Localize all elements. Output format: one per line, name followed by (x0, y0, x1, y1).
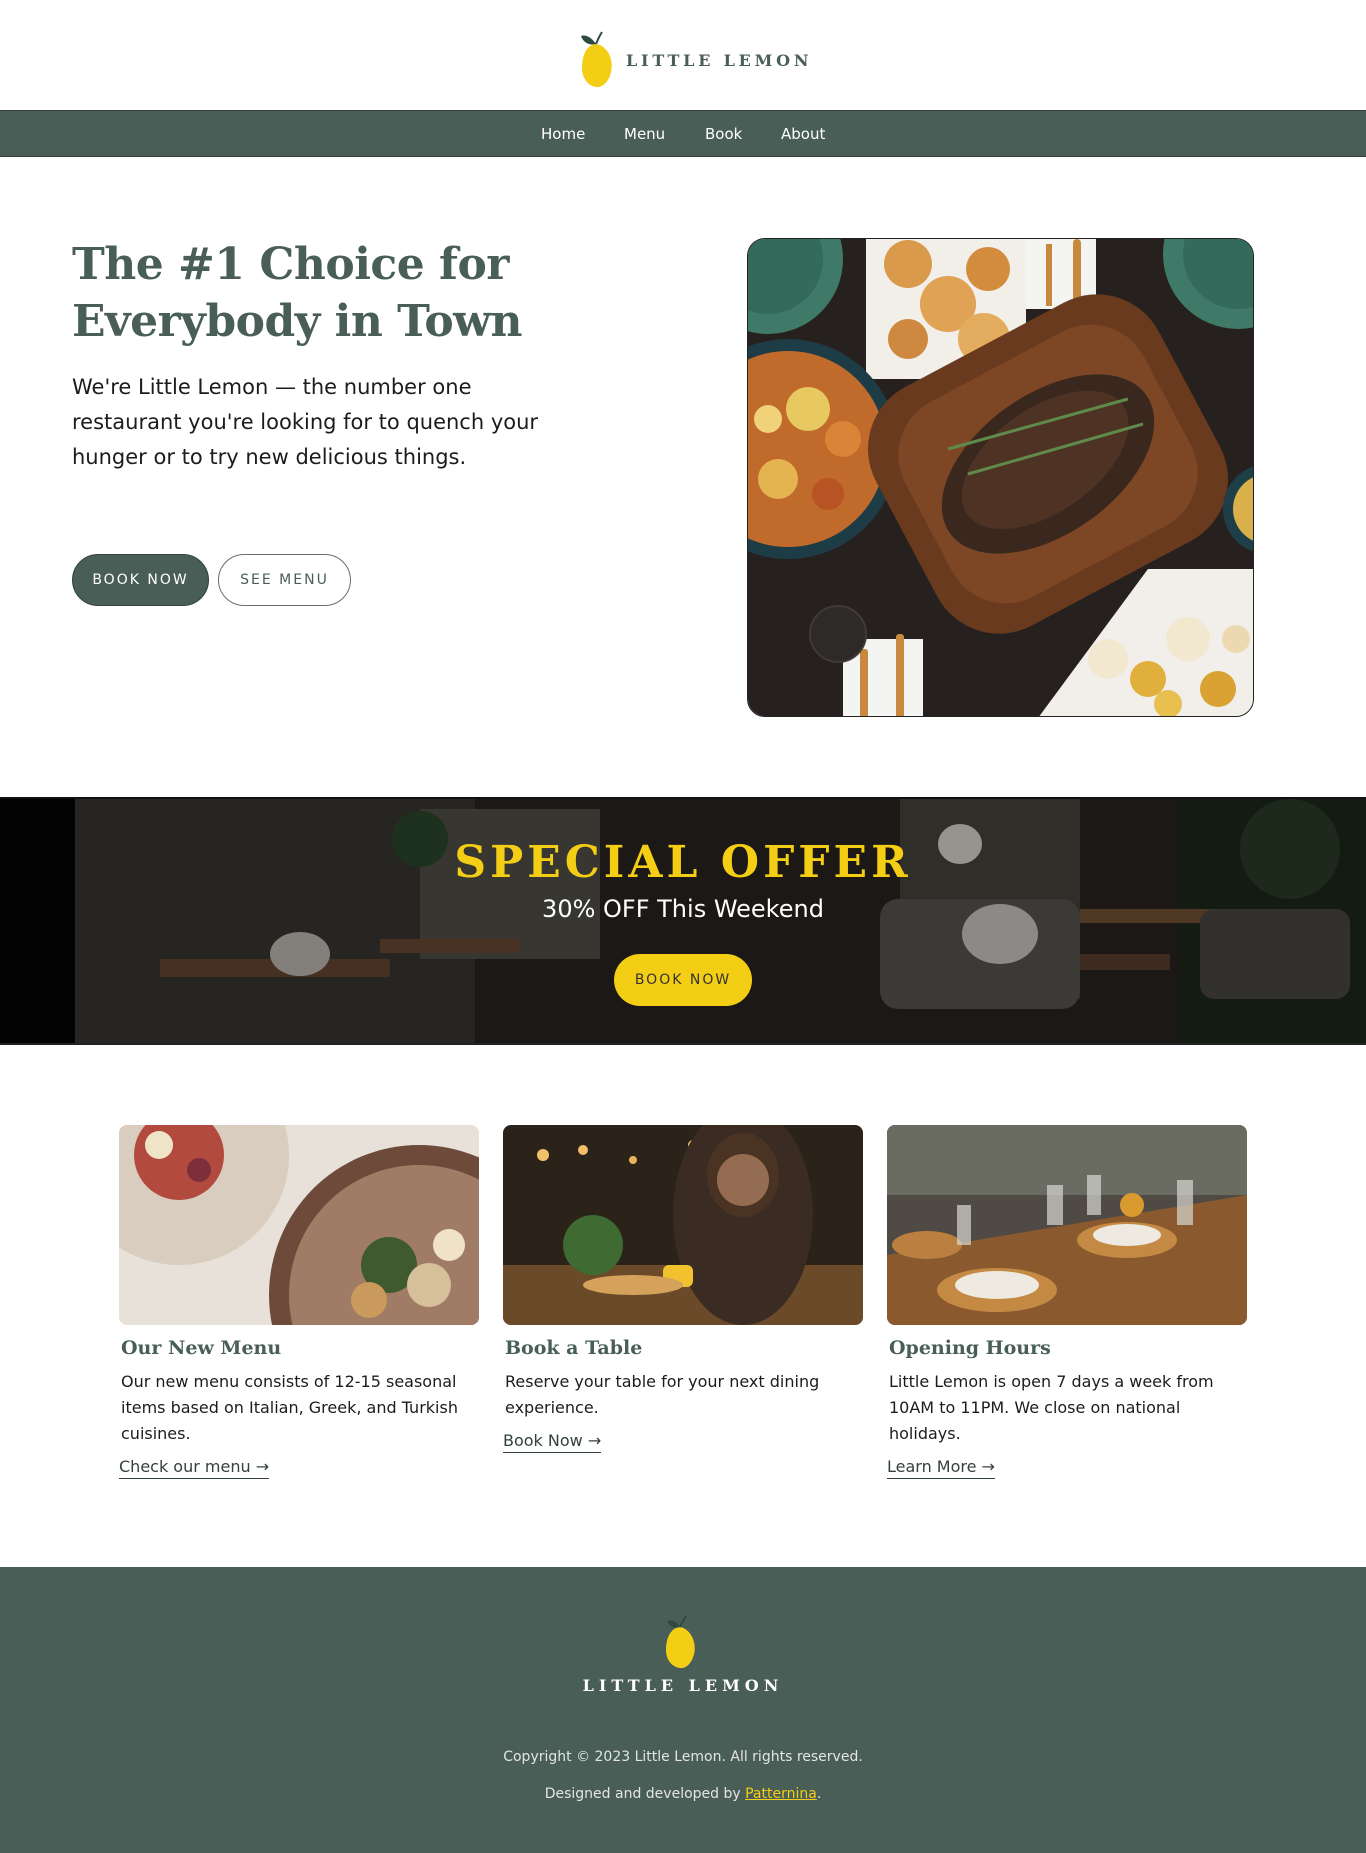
learn-more-link[interactable]: Learn More → (887, 1457, 995, 1479)
logo[interactable]: LITTLE LEMON (578, 30, 812, 90)
card-book-table: Book a Table Reserve your table for your… (503, 1125, 863, 1453)
table-setting-image (887, 1125, 1247, 1325)
credit-suffix: . (816, 1786, 822, 1802)
nav-item-home[interactable]: Home (541, 125, 585, 143)
nav-item-book[interactable]: Book (705, 125, 742, 143)
site-footer: LITTLE LEMON Copyright © 2023 Little Lem… (0, 1567, 1366, 1853)
book-now-button[interactable]: BOOK NOW (72, 554, 209, 606)
patternina-link[interactable]: Patternina (745, 1786, 817, 1802)
special-offer-banner: SPECIAL OFFER 30% OFF This Weekend BOOK … (0, 797, 1366, 1045)
hero-title: The #1 Choice for Everybody in Town (72, 239, 523, 347)
credit-text: Designed and developed by Patternina. (0, 1786, 1366, 1802)
diner-image (503, 1125, 863, 1325)
nav-item-menu[interactable]: Menu (624, 125, 665, 143)
hero-food-image (747, 238, 1254, 717)
see-menu-button[interactable]: SEE MENU (218, 554, 351, 606)
book-now-link[interactable]: Book Now → (503, 1431, 602, 1453)
special-offer-title: SPECIAL OFFER (454, 837, 912, 888)
card-title: Our New Menu (121, 1337, 282, 1359)
check-menu-link[interactable]: Check our menu → (119, 1457, 270, 1479)
footer-logo-text: LITTLE LEMON (582, 1676, 784, 1695)
logo-text: LITTLE LEMON (626, 50, 813, 70)
special-offer-subtitle: 30% OFF This Weekend (542, 895, 824, 923)
menu-dish-image (119, 1125, 479, 1325)
card-description: Reserve your table for your next dining … (505, 1372, 820, 1417)
card-description: Little Lemon is open 7 days a week from … (889, 1372, 1214, 1443)
lemon-logo-icon (581, 31, 612, 88)
card-title: Book a Table (505, 1337, 643, 1359)
offer-book-now-button[interactable]: BOOK NOW (614, 954, 752, 1006)
card-new-menu: Our New Menu Our new menu consists of 12… (119, 1125, 479, 1479)
credit-prefix: Designed and developed by (544, 1786, 746, 1802)
card-title: Opening Hours (889, 1337, 1051, 1359)
site-header: LITTLE LEMON (0, 0, 1366, 110)
lemon-logo-icon (666, 1615, 695, 1669)
nav-item-about[interactable]: About (781, 125, 825, 143)
card-opening-hours: Opening Hours Little Lemon is open 7 day… (887, 1125, 1247, 1479)
card-description: Our new menu consists of 12-15 seasonal … (121, 1372, 458, 1443)
hero-description: We're Little Lemon — the number one rest… (72, 375, 539, 469)
copyright-text: Copyright © 2023 Little Lemon. All right… (503, 1749, 863, 1765)
main-navigation: Home Menu Book About (0, 110, 1366, 157)
